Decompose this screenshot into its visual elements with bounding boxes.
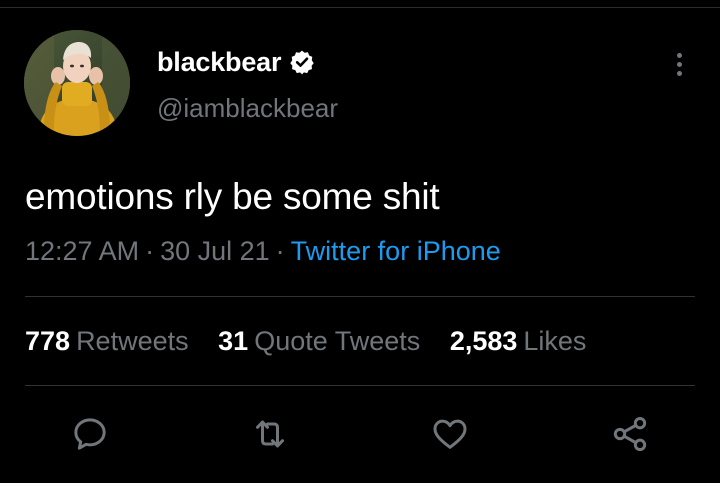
divider [25,385,695,386]
top-divider [0,7,720,8]
likes-count: 2,583 [449,326,518,356]
retweet-icon [256,420,284,448]
tweet-source-link[interactable]: Twitter for iPhone [291,236,501,266]
reply-icon [74,418,106,450]
avatar-image [24,30,130,136]
retweets-count: 778 [25,326,71,356]
quote-tweets-count: 31 [218,326,249,356]
user-handle[interactable]: @iamblackbear [157,93,338,124]
quote-tweets-stat[interactable]: 31 Quote Tweets [218,326,420,356]
tweet-meta: 12:27 AM · 30 Jul 21 · Twitter for iPhone [25,236,501,267]
divider [25,296,695,297]
retweets-stat[interactable]: 778 Retweets [25,326,189,356]
action-bar [0,412,720,456]
share-icon [613,417,647,451]
retweets-label: Retweets [76,326,189,356]
like-button[interactable] [428,412,472,456]
display-name[interactable]: blackbear [157,47,281,78]
verified-badge-icon [289,49,315,75]
name-row[interactable]: blackbear [157,44,315,80]
meta-separator: · [275,236,285,266]
likes-label: Likes [523,326,587,356]
heart-icon [433,419,467,449]
retweet-button[interactable] [248,412,292,456]
reply-button[interactable] [68,412,112,456]
tweet-date[interactable]: 30 Jul 21 [160,236,270,266]
tweet-text: emotions rly be some shit [25,176,440,217]
share-button[interactable] [608,412,652,456]
likes-stat[interactable]: 2,583 Likes [450,326,587,356]
more-vertical-icon[interactable] [664,46,694,82]
engagement-stats: 778 Retweets 31 Quote Tweets 2,583 Likes [25,326,608,357]
meta-separator: · [145,236,155,266]
avatar[interactable] [24,30,130,136]
tweet-time[interactable]: 12:27 AM [25,236,139,266]
quote-tweets-label: Quote Tweets [254,326,421,356]
